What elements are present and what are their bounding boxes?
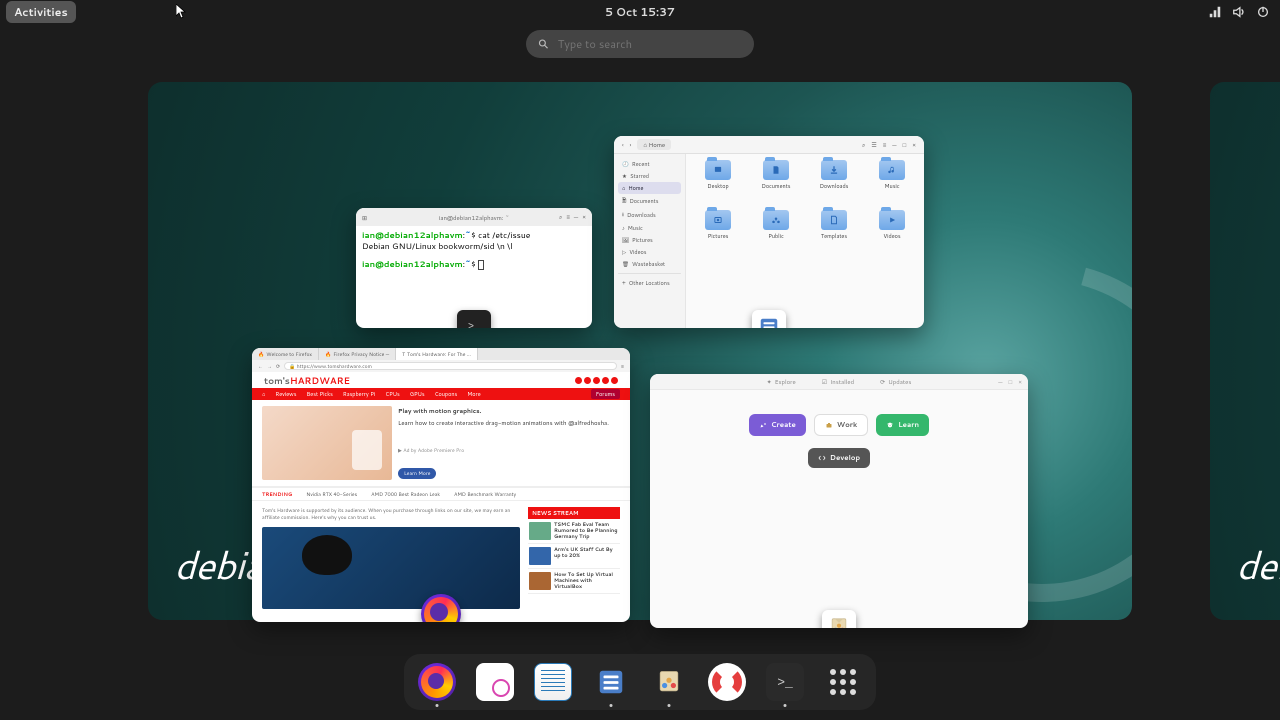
- tab-installed[interactable]: ☑ Installed: [822, 377, 854, 386]
- folder-documents[interactable]: Documents: [748, 160, 804, 208]
- overview-search[interactable]: [526, 30, 754, 58]
- category-develop[interactable]: Develop: [808, 448, 870, 468]
- sidebar-videos[interactable]: ▷Videos: [618, 246, 681, 258]
- hero-title: Play with motion graphics.: [398, 406, 620, 415]
- dash-files[interactable]: [592, 663, 630, 701]
- dash[interactable]: [404, 654, 876, 710]
- browser-toolbar[interactable]: ←→⟳ 🔒 https://www.tomshardware.com ≡: [252, 360, 630, 372]
- software-headerbar: ✦ Explore ☑ Installed ⟳ Updates ─□×: [650, 374, 1028, 390]
- mouse-pointer: [176, 4, 188, 20]
- sidebar-documents[interactable]: 🗎Documents: [618, 194, 681, 208]
- folder-downloads[interactable]: Downloads: [806, 160, 862, 208]
- site-logo[interactable]: tom'sHARDWARE: [264, 374, 350, 387]
- window-titlebar: ⊞ ian@debian12alphavm: ~ ⌕≡─×: [356, 208, 592, 226]
- category-learn[interactable]: Learn: [876, 414, 929, 436]
- dash-writer[interactable]: [534, 663, 572, 701]
- top-bar: Activities 5 Oct 15:37: [0, 0, 1280, 24]
- sidebar-wastebasket[interactable]: 🗑Wastebasket: [618, 258, 681, 270]
- software-icon: [822, 610, 856, 628]
- article-image[interactable]: [262, 527, 520, 609]
- news-sidebar[interactable]: NEWS STREAM TSMC Fab Eval Team Rumored t…: [528, 507, 620, 609]
- folder-templates[interactable]: Templates: [806, 210, 862, 258]
- trending-bar[interactable]: TRENDINGNvidia RTX 40-SeriesAMD 7000 Bes…: [252, 487, 630, 501]
- dash-terminal[interactable]: [766, 663, 804, 701]
- sidebar-pictures[interactable]: 🖼Pictures: [618, 234, 681, 246]
- page-content[interactable]: tom'sHARDWARE ⌂ ReviewsBest PicksRaspber…: [252, 372, 630, 622]
- search-input[interactable]: [558, 36, 742, 52]
- dash-help[interactable]: [708, 663, 746, 701]
- affiliate-notice: Tom's Hardware is supported by its audie…: [262, 507, 520, 521]
- category-create[interactable]: Create: [749, 414, 806, 436]
- network-icon: [1208, 5, 1222, 19]
- folder-music[interactable]: Music: [864, 160, 920, 208]
- system-tray[interactable]: [1208, 5, 1270, 19]
- window-software[interactable]: ✦ Explore ☑ Installed ⟳ Updates ─□× Crea…: [650, 374, 1028, 628]
- folder-public[interactable]: Public: [748, 210, 804, 258]
- tab-privacy[interactable]: 🔥 Firefox Privacy Notice —: [319, 348, 396, 360]
- clock[interactable]: 5 Oct 15:37: [605, 4, 675, 20]
- folder-videos[interactable]: Videos: [864, 210, 920, 258]
- dash-firefox[interactable]: [418, 663, 456, 701]
- site-nav[interactable]: ⌂ ReviewsBest PicksRaspberry PiCPUsGPUsC…: [252, 388, 630, 400]
- search-icon: [538, 38, 550, 51]
- wallpaper-logotype: debian: [1236, 538, 1280, 592]
- folder-pictures[interactable]: Pictures: [690, 210, 746, 258]
- hero-image[interactable]: [262, 406, 392, 480]
- power-icon: [1256, 5, 1270, 19]
- workspace-next[interactable]: debian: [1210, 82, 1280, 620]
- social-icons[interactable]: [575, 377, 618, 384]
- window-terminal[interactable]: ⊞ ian@debian12alphavm: ~ ⌕≡─× ian@debian…: [356, 208, 592, 328]
- folder-desktop[interactable]: Desktop: [690, 160, 746, 208]
- sidebar-other[interactable]: +Other Locations: [618, 277, 681, 289]
- category-work[interactable]: Work: [814, 414, 868, 436]
- dash-evolution[interactable]: [476, 663, 514, 701]
- files-headerbar: ‹› ⌂ Home ⌕☰≡─□×: [614, 136, 924, 154]
- url-bar[interactable]: 🔒 https://www.tomshardware.com: [284, 362, 617, 370]
- browser-tabstrip[interactable]: 🔥 Welcome to Firefox 🔥 Firefox Privacy N…: [252, 348, 630, 360]
- tab-tomshardware[interactable]: T Tom's Hardware: For The …: [396, 348, 478, 360]
- dash-software[interactable]: [650, 663, 688, 701]
- terminal-output: ian@debian12alphavm:~$ cat /etc/issue De…: [356, 226, 592, 274]
- terminal-icon: [457, 310, 491, 328]
- hero-subtitle: Learn how to create interactive drag-mot…: [398, 418, 620, 427]
- files-sidebar[interactable]: 🕘Recent ★Starred ⌂Home 🗎Documents ⭳Downl…: [614, 154, 686, 328]
- sidebar-downloads[interactable]: ⭳Downloads: [618, 208, 681, 222]
- hero-cta[interactable]: Learn More: [398, 468, 436, 479]
- files-grid[interactable]: Desktop Documents Downloads Music Pictur…: [686, 154, 924, 328]
- dash-show-apps[interactable]: [824, 663, 862, 701]
- sidebar-music[interactable]: ♪Music: [618, 222, 681, 234]
- activities-button[interactable]: Activities: [6, 1, 76, 23]
- volume-icon: [1232, 5, 1246, 19]
- tab-welcome[interactable]: 🔥 Welcome to Firefox: [252, 348, 319, 360]
- sidebar-recent[interactable]: 🕘Recent: [618, 158, 681, 170]
- sidebar-starred[interactable]: ★Starred: [618, 170, 681, 182]
- sidebar-home[interactable]: ⌂Home: [618, 182, 681, 194]
- files-icon: [752, 310, 786, 328]
- window-firefox[interactable]: 🔥 Welcome to Firefox 🔥 Firefox Privacy N…: [252, 348, 630, 622]
- window-files[interactable]: ‹› ⌂ Home ⌕☰≡─□× 🕘Recent ★Starred ⌂Home …: [614, 136, 924, 328]
- tab-explore[interactable]: ✦ Explore: [767, 377, 796, 386]
- tab-updates[interactable]: ⟳ Updates: [880, 377, 911, 386]
